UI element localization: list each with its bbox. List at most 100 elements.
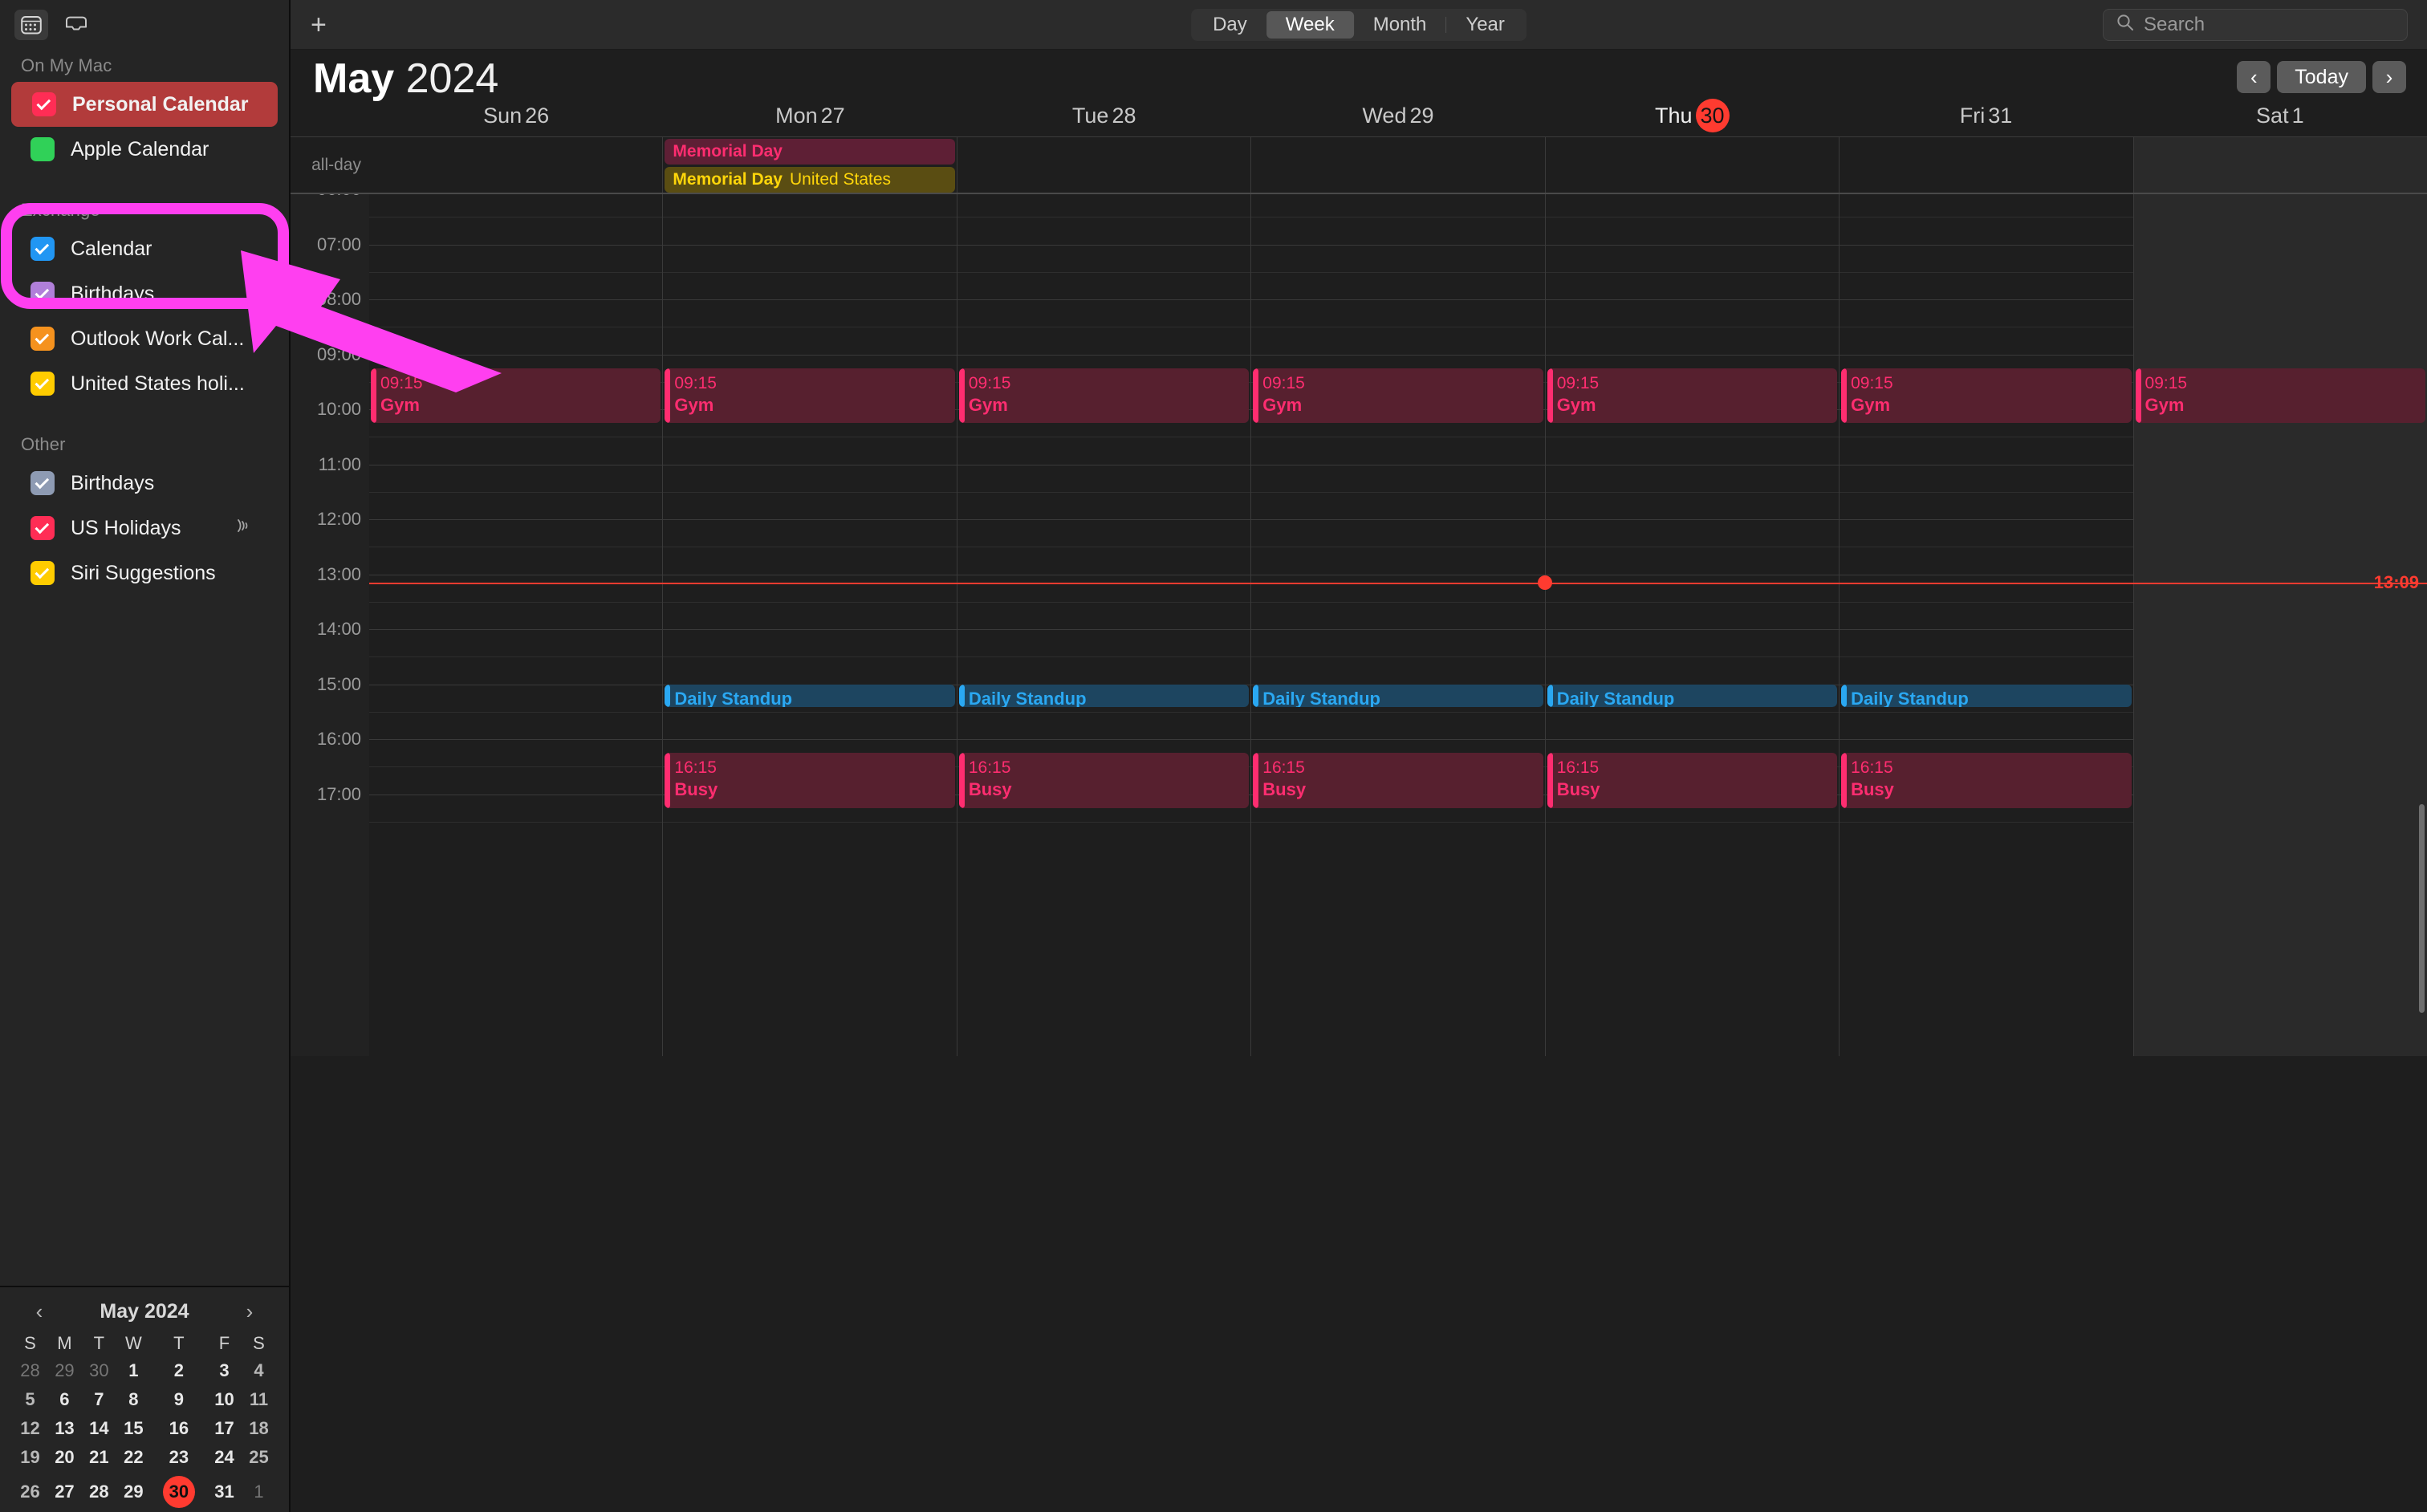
sidebar-item-siri-suggestions[interactable]: Siri Suggestions [10, 551, 278, 595]
calendar-event[interactable]: 09:15Gym [959, 368, 1249, 424]
mini-calendar-day[interactable]: 13 [47, 1414, 82, 1443]
calendar-event[interactable]: Daily Standup [665, 685, 954, 708]
day-column-thu[interactable]: 09:15Gym Daily Standup 16:15Busy [1545, 194, 1839, 1056]
mini-calendar-day[interactable]: 29 [116, 1472, 151, 1512]
all-day-cell[interactable] [2133, 137, 2427, 193]
mini-calendar-day[interactable]: 2 [151, 1356, 207, 1385]
mini-calendar-day[interactable]: 30 [151, 1472, 207, 1512]
day-header-sun[interactable]: Sun26 [369, 104, 663, 128]
day-header-tue[interactable]: Tue28 [957, 104, 1251, 128]
sidebar-item-birthdays[interactable]: Birthdays [10, 271, 278, 316]
mini-calendar-day[interactable]: 25 [242, 1443, 276, 1472]
sidebar-item-outlook-work-cal[interactable]: Outlook Work Cal... [10, 316, 278, 361]
mini-calendar-day[interactable]: 3 [207, 1356, 242, 1385]
mini-calendar-day[interactable]: 30 [82, 1356, 116, 1385]
mini-calendar-prev-button[interactable]: ‹ [27, 1299, 51, 1324]
calendar-checkbox[interactable] [30, 282, 55, 306]
sidebar-item-us-holidays[interactable]: US Holidays [10, 506, 278, 551]
day-header-wed[interactable]: Wed29 [1251, 104, 1545, 128]
calendar-event[interactable]: Daily Standup [1841, 685, 2131, 708]
tab-month[interactable]: Month [1354, 11, 1446, 39]
mini-calendar-day[interactable]: 9 [151, 1385, 207, 1414]
calendar-view-icon[interactable] [14, 10, 48, 40]
mini-calendar-day[interactable]: 27 [47, 1472, 82, 1512]
mini-calendar-day[interactable]: 1 [242, 1472, 276, 1512]
mini-calendar-day[interactable]: 12 [13, 1414, 47, 1443]
mini-calendar-day[interactable]: 16 [151, 1414, 207, 1443]
calendar-event[interactable]: 09:15Gym [1841, 368, 2131, 424]
calendar-checkbox[interactable] [30, 237, 55, 261]
today-button[interactable]: Today [2277, 61, 2366, 93]
day-header-thu[interactable]: Thu30 [1545, 99, 1839, 132]
calendar-event[interactable]: 16:15Busy [1547, 753, 1837, 808]
search-field[interactable]: Search [2103, 9, 2408, 41]
calendar-checkbox[interactable] [30, 372, 55, 396]
previous-week-button[interactable]: ‹ [2237, 61, 2270, 93]
calendar-event[interactable]: 09:15Gym [2136, 368, 2425, 424]
day-column-fri[interactable]: 09:15Gym Daily Standup 16:15Busy [1839, 194, 2132, 1056]
calendar-event[interactable]: 16:15Busy [1841, 753, 2131, 808]
day-header-mon[interactable]: Mon27 [663, 104, 957, 128]
calendar-checkbox[interactable] [30, 516, 55, 540]
mini-calendar-day[interactable]: 28 [13, 1356, 47, 1385]
sidebar-item-apple-calendar[interactable]: Apple Calendar [10, 127, 278, 172]
calendar-checkbox[interactable] [30, 137, 55, 161]
calendar-event[interactable]: Daily Standup [1253, 685, 1543, 708]
calendar-event[interactable]: 09:15Gym [371, 368, 661, 424]
calendar-event[interactable]: Daily Standup [959, 685, 1249, 708]
all-day-cell[interactable]: Memorial DayMemorial DayUnited States [662, 137, 956, 193]
mini-calendar-day[interactable]: 28 [82, 1472, 116, 1512]
mini-calendar-day[interactable]: 4 [242, 1356, 276, 1385]
next-week-button[interactable]: › [2372, 61, 2406, 93]
vertical-scrollbar[interactable] [2419, 804, 2425, 1013]
calendar-event[interactable]: 09:15Gym [1253, 368, 1543, 424]
calendar-event[interactable]: 16:15Busy [959, 753, 1249, 808]
mini-calendar-day[interactable]: 10 [207, 1385, 242, 1414]
all-day-cell[interactable] [1545, 137, 1839, 193]
mini-calendar-day[interactable]: 31 [207, 1472, 242, 1512]
all-day-cell[interactable] [1839, 137, 2132, 193]
day-header-sat[interactable]: Sat1 [2133, 104, 2427, 128]
mini-calendar-day[interactable]: 6 [47, 1385, 82, 1414]
sidebar-item-calendar[interactable]: Calendar [10, 226, 278, 271]
calendar-event[interactable]: 16:15Busy [665, 753, 954, 808]
mini-calendar-day[interactable]: 24 [207, 1443, 242, 1472]
mini-calendar-day[interactable]: 11 [242, 1385, 276, 1414]
mini-calendar-day[interactable]: 15 [116, 1414, 151, 1443]
all-day-cell[interactable] [957, 137, 1250, 193]
day-column-mon[interactable]: 09:15GymDaily Standup16:15Busy [662, 194, 956, 1056]
mini-calendar-day[interactable]: 17 [207, 1414, 242, 1443]
mini-calendar-day[interactable]: 20 [47, 1443, 82, 1472]
calendar-checkbox[interactable] [30, 561, 55, 585]
mini-calendar-day[interactable]: 21 [82, 1443, 116, 1472]
mini-calendar-day[interactable]: 8 [116, 1385, 151, 1414]
calendar-checkbox[interactable] [32, 92, 56, 116]
calendar-event[interactable]: Daily Standup [1547, 685, 1837, 708]
mini-calendar-day[interactable]: 14 [82, 1414, 116, 1443]
inbox-icon[interactable] [59, 10, 93, 40]
day-column-sat[interactable]: 09:15Gym [2133, 194, 2427, 1056]
mini-calendar-day[interactable]: 23 [151, 1443, 207, 1472]
mini-calendar-day[interactable]: 5 [13, 1385, 47, 1414]
calendar-event[interactable]: 16:15Busy [1253, 753, 1543, 808]
day-column-tue[interactable]: 09:15Gym Daily Standup 16:15Busy [957, 194, 1250, 1056]
day-header-fri[interactable]: Fri31 [1839, 104, 2132, 128]
calendar-event[interactable]: 09:15Gym [1547, 368, 1837, 424]
add-event-button[interactable]: + [311, 11, 327, 39]
mini-calendar-day[interactable]: 22 [116, 1443, 151, 1472]
all-day-event[interactable]: Memorial DayUnited States [665, 167, 954, 193]
calendar-checkbox[interactable] [30, 327, 55, 351]
calendar-checkbox[interactable] [30, 471, 55, 495]
mini-calendar-day[interactable]: 26 [13, 1472, 47, 1512]
tab-year[interactable]: Year [1446, 11, 1524, 39]
mini-calendar-day[interactable]: 18 [242, 1414, 276, 1443]
mini-calendar-day[interactable]: 19 [13, 1443, 47, 1472]
mini-calendar-day[interactable]: 7 [82, 1385, 116, 1414]
all-day-event[interactable]: Memorial Day [665, 139, 954, 165]
tab-day[interactable]: Day [1193, 11, 1266, 39]
all-day-cell[interactable] [369, 137, 662, 193]
tab-week[interactable]: Week [1266, 11, 1354, 39]
mini-calendar-day[interactable]: 1 [116, 1356, 151, 1385]
all-day-cell[interactable] [1250, 137, 1544, 193]
mini-calendar-day[interactable]: 29 [47, 1356, 82, 1385]
